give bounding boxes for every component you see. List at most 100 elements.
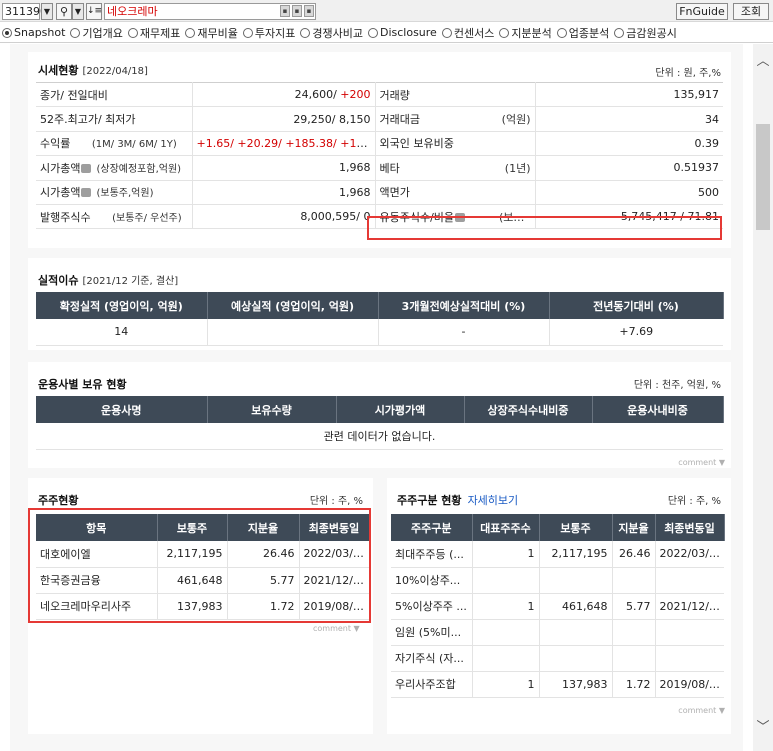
- tab-consensus[interactable]: 컨센서스: [441, 25, 494, 41]
- funds-table: 운용사명 보유수량 시가평가액 상장주식수내비중 운용사내비중 관련 데이터가 …: [36, 396, 724, 450]
- market-label-right: 외국인 보유비중: [374, 131, 495, 157]
- radio-icon[interactable]: [499, 27, 510, 38]
- scroll-down-icon[interactable]: ﹀: [753, 718, 773, 738]
- earnings-col-estimate: 예상실적 (영업이익, 억원): [207, 292, 379, 319]
- type-category[interactable]: 우리사주조합: [391, 671, 472, 698]
- types-col-category: 주주구분: [391, 514, 473, 541]
- table-mini-icon[interactable]: ▪: [292, 5, 302, 17]
- type-shares: [538, 567, 612, 594]
- market-row: 52주.최고가/ 최저가 29,250/ 8,150 거래대금 (억원) 34: [36, 106, 723, 132]
- funds-comment-toggle[interactable]: comment ▼: [678, 458, 725, 467]
- type-category[interactable]: 10%이상주...: [391, 567, 472, 594]
- tab-ownership-analysis[interactable]: 지분분석: [499, 25, 552, 41]
- table-row: 최대주주등 (... 1 2,117,195 26.46 2022/03/04: [391, 541, 724, 568]
- type-category[interactable]: 최대주주등 (...: [391, 541, 472, 568]
- earnings-estimate-value: [206, 319, 378, 346]
- holder-types-title: 주주구분 현황 자세히보기: [397, 494, 519, 507]
- tab-industry-analysis[interactable]: 업종분석: [556, 25, 609, 41]
- code-dropdown-icon[interactable]: ▼: [41, 3, 53, 20]
- market-label: 발행주식수 (보통주/ 우선주): [36, 204, 192, 230]
- radio-icon[interactable]: [300, 27, 311, 38]
- sort-icon[interactable]: ↓≡: [86, 3, 102, 20]
- radio-icon[interactable]: [441, 27, 452, 38]
- type-count: [471, 567, 539, 594]
- market-label-right-unit: (1년): [495, 155, 535, 181]
- funds-unit: 단위 : 천주, 억원, %: [633, 380, 721, 391]
- radio-icon[interactable]: [614, 27, 625, 38]
- tab-snapshot[interactable]: Snapshot: [2, 26, 65, 39]
- radio-icon[interactable]: [127, 27, 138, 38]
- type-category[interactable]: 임원 (5%미...: [391, 619, 472, 646]
- holder-types-card: 주주구분 현황 자세히보기 단위 : 주, % 주주구분 대표주주수 보통주 지분…: [387, 478, 731, 734]
- funds-title: 운용사별 보유 현황: [38, 378, 127, 391]
- search-button[interactable]: 조회: [733, 3, 769, 20]
- tab-peer-comparison[interactable]: 경쟁사비교: [300, 25, 363, 41]
- market-label-right-unit: (억원): [495, 106, 535, 132]
- scroll-up-icon[interactable]: ︿: [753, 52, 773, 72]
- tab-company-overview[interactable]: 기업개요: [70, 25, 123, 41]
- radio-icon[interactable]: [70, 27, 81, 38]
- type-category[interactable]: 5%이상주주 ...: [391, 593, 472, 620]
- types-col-pct: 지분율: [612, 514, 656, 541]
- tab-financial-ratios[interactable]: 재무비율: [185, 25, 238, 41]
- menu-radio-bar: Snapshot 기업개요 재무제표 재무비율 투자지표 경쟁사비교 Discl…: [0, 23, 773, 43]
- radio-icon[interactable]: [367, 27, 378, 38]
- chart-mini-icon[interactable]: ▪: [280, 5, 290, 17]
- type-date: [654, 619, 724, 646]
- vertical-scrollbar[interactable]: ︿ ﹀: [753, 44, 773, 751]
- search-dropdown-icon[interactable]: ▼: [72, 3, 84, 20]
- table-row: 우리사주조합 1 137,983 1.72 2019/08/22: [391, 671, 724, 698]
- holders-unit: 단위 : 주, %: [309, 496, 363, 507]
- table-row: 자기주식 (자...: [391, 645, 724, 672]
- types-col-common: 보통주: [539, 514, 613, 541]
- market-label-right: 거래대금: [374, 106, 495, 132]
- market-label-right: 액면가: [374, 180, 495, 205]
- info-icon[interactable]: [81, 188, 92, 198]
- market-label-right-unit: [495, 82, 535, 108]
- holders-comment-toggle[interactable]: comment ▼: [313, 624, 360, 633]
- info-icon[interactable]: [81, 163, 92, 173]
- tab-fss-disclosure[interactable]: 금감원공시: [614, 25, 677, 41]
- table-row: 임원 (5%미...: [391, 619, 724, 646]
- tab-financial-statements[interactable]: 재무제표: [127, 25, 180, 41]
- market-status-card: 시세현황 [2022/04/18] 단위 : 원, 주,% 종가/ 전일대비 24…: [28, 52, 731, 248]
- earnings-col-confirmed: 확정실적 (영업이익, 억원): [36, 292, 208, 319]
- market-unit: 단위 : 원, 주,%: [655, 68, 721, 79]
- type-date: 2021/12/17: [654, 593, 724, 620]
- holder-types-detail-link[interactable]: 자세히보기: [468, 494, 519, 507]
- market-value: 1,968: [191, 155, 375, 181]
- radio-icon[interactable]: [185, 27, 196, 38]
- holder-types-comment-toggle[interactable]: comment ▼: [678, 706, 725, 715]
- type-pct: [611, 567, 655, 594]
- types-col-date: 최종변동일: [655, 514, 725, 541]
- stock-code-input[interactable]: 311390: [2, 3, 47, 20]
- search-icon[interactable]: ⚲: [56, 3, 72, 20]
- content-panel: 시세현황 [2022/04/18] 단위 : 원, 주,% 종가/ 전일대비 24…: [10, 44, 743, 751]
- type-shares: 2,117,195: [538, 541, 612, 568]
- tab-disclosure[interactable]: Disclosure: [367, 26, 437, 39]
- fnguide-button[interactable]: FnGuide: [676, 3, 728, 20]
- tab-investment-indicators[interactable]: 투자지표: [242, 25, 295, 41]
- news-mini-icon[interactable]: ▪: [304, 5, 314, 17]
- radio-icon[interactable]: [242, 27, 253, 38]
- type-category[interactable]: 자기주식 (자...: [391, 645, 472, 672]
- market-value-right: 135,917: [534, 82, 723, 108]
- type-shares: [538, 619, 612, 646]
- radio-selected-icon[interactable]: [2, 27, 12, 38]
- type-pct: 26.46: [611, 541, 655, 568]
- market-label-right: 베타: [374, 155, 495, 181]
- market-value-right: 0.51937: [534, 155, 723, 181]
- funds-col-name: 운용사명: [36, 396, 208, 423]
- market-table: 종가/ 전일대비 24,600/ +200 거래량 135,917 52주.최고가/ …: [36, 82, 723, 230]
- market-value-right: 0.39: [534, 131, 723, 157]
- radio-icon[interactable]: [556, 27, 567, 38]
- market-value: 1,968: [191, 180, 375, 205]
- type-date: 2022/03/04: [654, 541, 724, 568]
- earnings-card: 실적이슈 [2021/12 기준, 결산] 확정실적 (영업이익, 억원) 예상실…: [28, 258, 731, 350]
- table-row: 10%이상주...: [391, 567, 724, 594]
- market-row: 수익률 (1M/ 3M/ 6M/ 1Y) +1.65/ +20.29/ +185.…: [36, 131, 723, 157]
- type-pct: [611, 645, 655, 672]
- scroll-thumb[interactable]: [756, 124, 770, 230]
- earnings-col-yoy: 전년동기대비 (%): [549, 292, 724, 319]
- shareholders-highlight: [28, 508, 371, 623]
